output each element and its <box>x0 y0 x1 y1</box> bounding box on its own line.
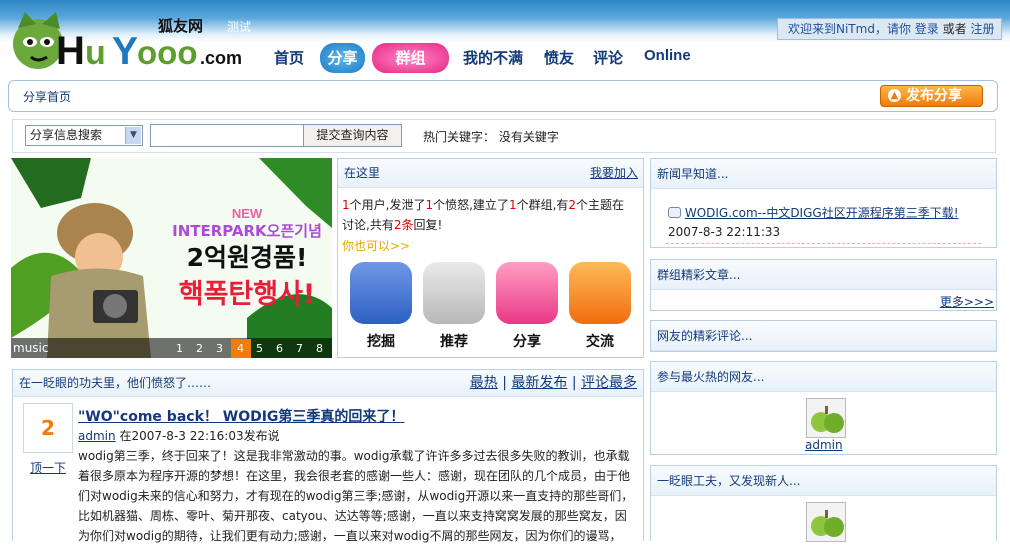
svg-text:Y: Y <box>112 30 138 73</box>
news-panel: 新闻早知道... WODIG.com--中文DIGG社区开源程序第三季下载! 2… <box>650 158 997 248</box>
svg-text:狐友网: 狐友网 <box>158 17 203 35</box>
svg-text:2: 2 <box>196 342 203 355</box>
vote-link[interactable]: 顶一下 <box>30 459 66 476</box>
register-link[interactable]: 注册 <box>970 22 994 36</box>
search-category-value: 分享信息搜索 <box>30 128 103 142</box>
svg-text:.com: .com <box>200 48 242 68</box>
comments-title: 网友的精彩评论... <box>651 321 996 351</box>
action-icons: 挖掘 推荐 分享 交流 <box>338 262 644 353</box>
search-submit-button[interactable]: 提交查询内容 <box>303 124 402 147</box>
feed-title: 在一眨眼的功夫里，他们愤怒了…… <box>19 376 212 390</box>
nav-online[interactable]: Online <box>644 47 691 64</box>
groups-panel: 群组精彩文章... 更多>>> <box>650 259 997 311</box>
author-link[interactable]: admin <box>78 429 116 443</box>
nav-friends[interactable]: 愤友 <box>544 47 574 68</box>
search-category-select[interactable]: 分享信息搜索 ▼ <box>25 125 143 146</box>
user-link[interactable]: admin <box>805 438 843 452</box>
nav-groups[interactable]: 群组 <box>372 43 449 73</box>
article-feed: 在一眨眼的功夫里，他们愤怒了…… 最热 | 最新发布 | 评论最多 2 顶一下 … <box>12 369 644 543</box>
publish-share-button[interactable]: ▲ 发布分享 <box>880 85 983 107</box>
nav-my-dislikes[interactable]: 我的不满 <box>463 47 523 68</box>
svg-text:7: 7 <box>296 342 303 355</box>
feed-tabs: 最热 | 最新发布 | 评论最多 <box>469 375 637 391</box>
news-divider <box>666 243 981 244</box>
recommend-label[interactable]: 推荐 <box>417 331 491 351</box>
tab-hot[interactable]: 最热 <box>470 375 498 391</box>
exchange-icon[interactable] <box>569 262 631 324</box>
logo[interactable]: H u Y ooo .com 狐友网 <box>8 10 256 78</box>
breadcrumb: 分享首页 <box>8 80 998 112</box>
comments-panel: 网友的精彩评论... <box>650 320 997 352</box>
test-label: 测试 <box>227 20 252 34</box>
svg-text:4: 4 <box>237 342 244 355</box>
or-text: 或者 <box>942 22 967 36</box>
hot-keywords-value: 没有关键字 <box>498 130 559 144</box>
news-item: WODIG.com--中文DIGG社区开源程序第三季下载! 2007-8-3 2… <box>668 204 993 242</box>
login-link[interactable]: 登录 <box>915 22 939 36</box>
feed-header: 在一眨眼的功夫里，他们愤怒了…… 最热 | 最新发布 | 评论最多 <box>13 370 643 397</box>
hot-keywords: 热门关键字： 没有关键字 <box>423 128 559 145</box>
you-can-also: 你也可以>> <box>342 239 411 253</box>
svg-text:u: u <box>85 34 106 72</box>
join-link[interactable]: 我要加入 <box>590 159 638 188</box>
search-input[interactable] <box>150 124 304 147</box>
svg-text:3: 3 <box>216 342 223 355</box>
svg-text:6: 6 <box>276 342 283 355</box>
recommend-icon[interactable] <box>423 262 485 324</box>
apple-avatar-icon <box>807 399 845 437</box>
here-panel: 在这里 我要加入 1个用户,发泄了1个愤怒,建立了1个群组,有2个主题在讨论,共… <box>337 158 644 358</box>
breadcrumb-current[interactable]: 分享首页 <box>23 88 71 105</box>
article-title[interactable]: "WO"come back！ WODIG第三季真的回来了！ <box>78 406 404 426</box>
svg-text:5: 5 <box>256 342 263 355</box>
share-label[interactable]: 分享 <box>490 331 564 351</box>
avatar[interactable] <box>806 502 846 542</box>
hot-users-panel: 参与最火热的网友... admin <box>650 361 997 455</box>
new-users-title: 一眨眼工夫，又发现新人... <box>651 466 996 496</box>
welcome-bar: 欢迎来到NiTmd，请你 登录 或者 注册 <box>777 18 1002 40</box>
new-users-panel: 一眨眼工夫，又发现新人... <box>650 465 997 542</box>
nav-comments[interactable]: 评论 <box>593 47 623 68</box>
search-bar: 分享信息搜索 ▼ 提交查询内容 热门关键字： 没有关键字 <box>12 119 996 153</box>
vote-count: 2 <box>23 403 73 453</box>
svg-text:핵폭탄행사!: 핵폭탄행사! <box>179 279 316 310</box>
svg-text:8: 8 <box>316 342 323 355</box>
site-stats: 1个用户,发泄了1个愤怒,建立了1个群组,有2个主题在讨论,共有2条回复! <box>342 198 625 232</box>
dig-label[interactable]: 挖掘 <box>344 331 418 351</box>
article-body: wodig第三季，终于回来了！这是我非常激动的事。wodig承载了许许多多过去很… <box>78 449 634 543</box>
chevron-down-icon[interactable]: ▼ <box>125 127 141 144</box>
tab-new[interactable]: 最新发布 <box>511 375 567 391</box>
news-link[interactable]: WODIG.com--中文DIGG社区开源程序第三季下载! <box>685 206 959 220</box>
svg-text:2억원경품!: 2억원경품! <box>187 243 308 272</box>
here-header: 在这里 我要加入 <box>338 159 643 188</box>
welcome-text: 欢迎来到NiTmd，请你 <box>788 22 911 36</box>
share-icon[interactable] <box>496 262 558 324</box>
apple-avatar-icon <box>807 503 845 541</box>
news-title: 新闻早知道... <box>651 159 996 189</box>
dig-icon[interactable] <box>350 262 412 324</box>
tab-most-comments[interactable]: 评论最多 <box>581 375 637 391</box>
svg-text:1: 1 <box>176 342 183 355</box>
hot-users-title: 参与最火热的网友... <box>651 362 996 392</box>
svg-text:music: music <box>13 341 48 355</box>
banner-image: NEW INTERPARK오픈기념 2억원경품! 핵폭탄행사! music 1 … <box>11 158 332 358</box>
nav-home[interactable]: 首页 <box>274 47 304 68</box>
message-icon <box>668 207 681 218</box>
publish-label: 发布分享 <box>906 88 962 104</box>
svg-text:NEW: NEW <box>232 206 263 221</box>
publish-time: 在2007-8-3 22:16:03发布说 <box>119 429 280 443</box>
hot-keywords-label: 热门关键字： <box>423 130 496 144</box>
avatar[interactable] <box>806 398 846 438</box>
upload-arrow-icon: ▲ <box>888 89 901 102</box>
music-banner[interactable]: NEW INTERPARK오픈기념 2억원경품! 핵폭탄행사! music 1 … <box>11 158 332 358</box>
nav-share[interactable]: 分享 <box>320 43 365 73</box>
svg-text:ooo: ooo <box>137 34 197 71</box>
article-meta: admin 在2007-8-3 22:16:03发布说 <box>78 427 280 444</box>
svg-text:INTERPARK오픈기념: INTERPARK오픈기념 <box>172 222 322 240</box>
groups-title: 群组精彩文章... <box>651 260 996 290</box>
news-date: 2007-8-3 22:11:33 <box>668 225 781 239</box>
here-title: 在这里 <box>344 166 381 180</box>
svg-text:H: H <box>56 29 85 73</box>
exchange-label[interactable]: 交流 <box>563 331 637 351</box>
groups-more-link[interactable]: 更多>>> <box>940 293 994 310</box>
